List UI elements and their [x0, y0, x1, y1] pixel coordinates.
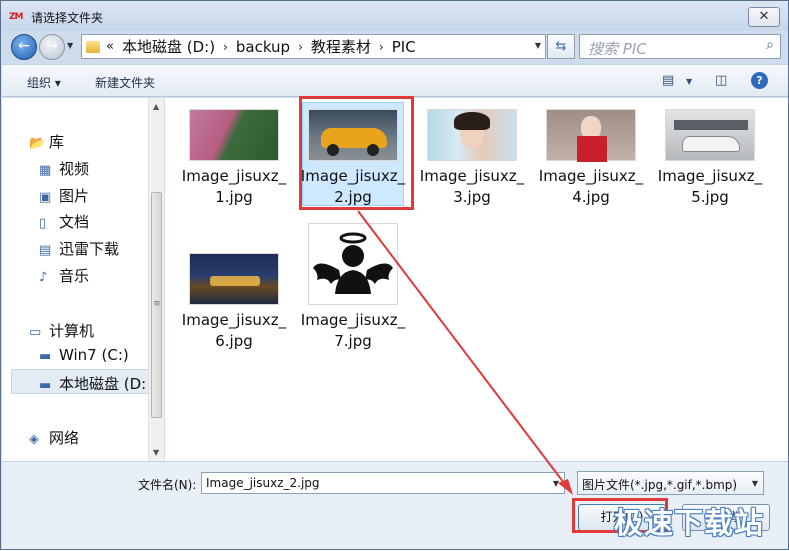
watermark-logo: 极速下载站	[614, 506, 765, 540]
annotation-arrow	[357, 210, 573, 495]
file-dialog-window: ZM 请选择文件夹 ✕ ← → ▼ « 本地磁盘 (D:) › backup ›…	[0, 0, 789, 550]
